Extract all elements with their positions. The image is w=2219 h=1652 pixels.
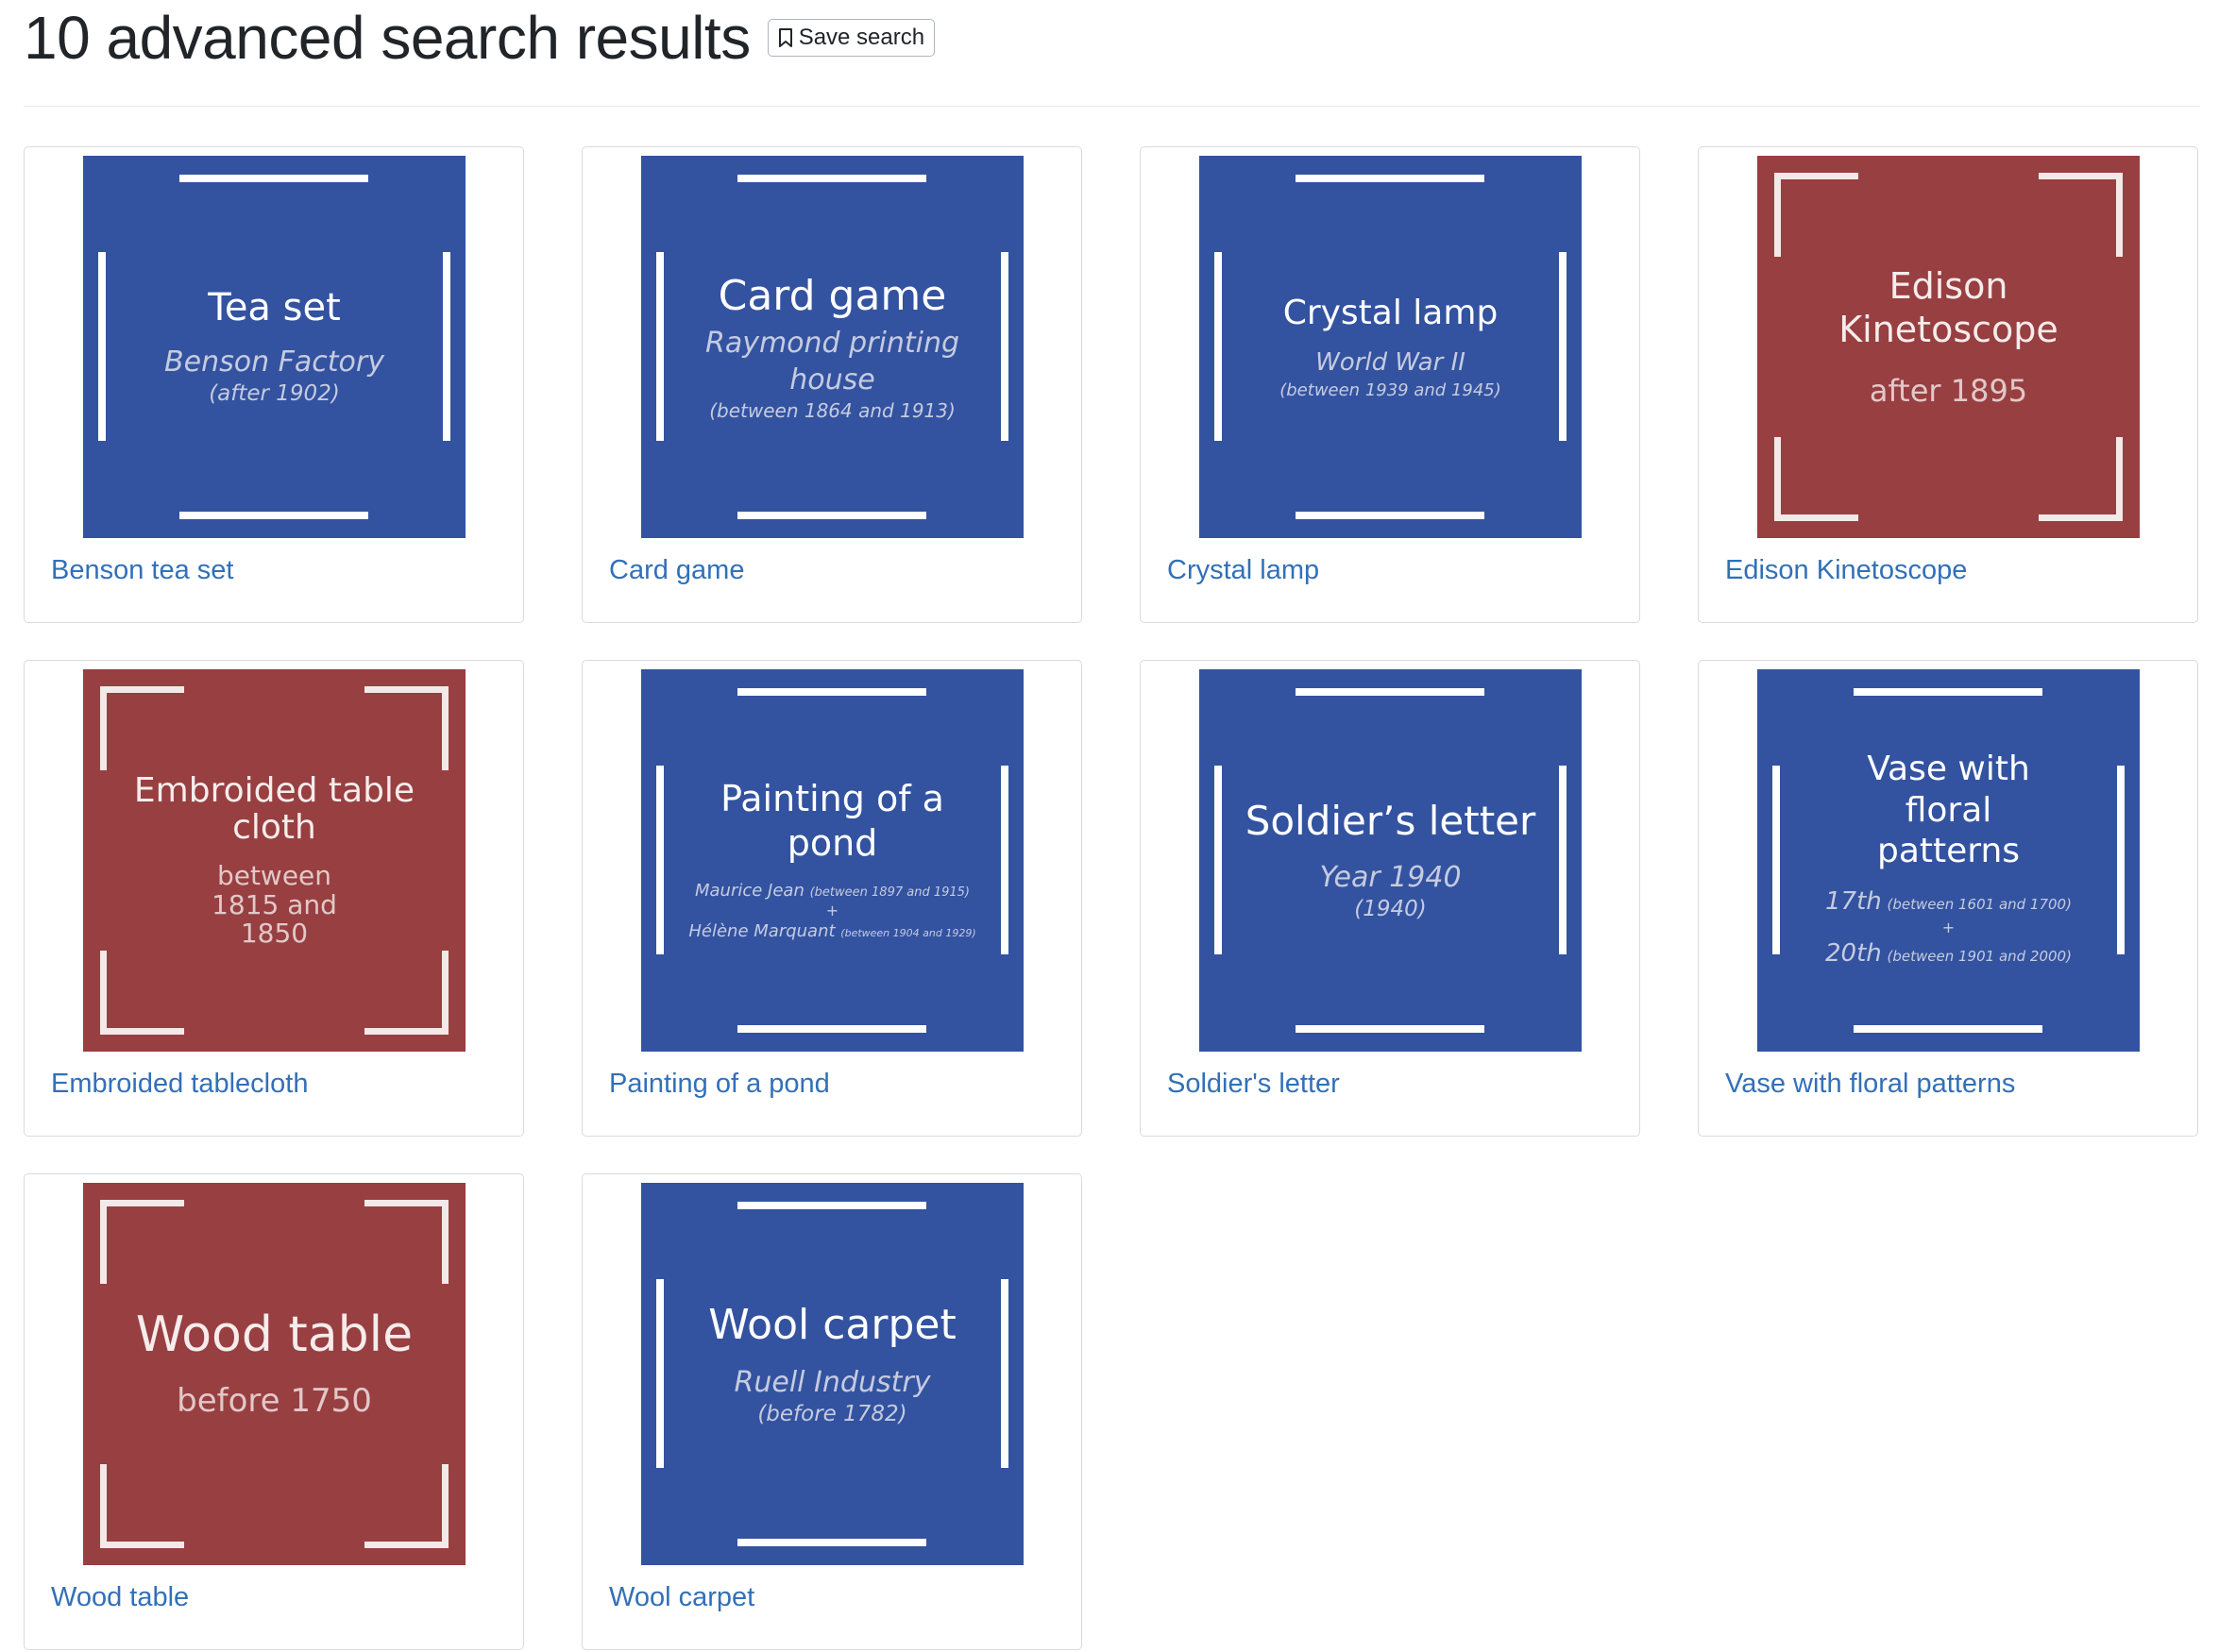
thumbnail-date: (between 1904 and 1929) <box>840 926 976 939</box>
result-thumbnail[interactable]: Embroided table cloth between 1815 and 1… <box>83 669 466 1052</box>
result-link[interactable]: Card game <box>609 555 744 586</box>
thumbnail-text: Vase with floral patterns 17th (between … <box>1786 669 2111 1052</box>
frame-bar <box>1559 252 1567 441</box>
result-card[interactable]: Tea set Benson Factory (after 1902) Bens… <box>24 146 524 623</box>
result-link[interactable]: Soldier's letter <box>1167 1069 1340 1100</box>
result-thumbnail[interactable]: Edison Kinetoscope after 1895 <box>1757 156 2140 538</box>
frame-bar <box>1214 766 1222 954</box>
thumbnail-date: (between 1601 and 1700) <box>1887 896 2072 914</box>
thumbnail-subtitle: after 1895 <box>1869 372 2028 409</box>
thumbnail-date: (before 1782) <box>757 1401 907 1426</box>
thumbnail-title: Tea set <box>208 285 341 329</box>
thumbnail-text: Soldier’s letter Year 1940 (1940) <box>1228 669 1553 1052</box>
thumbnail-date: (between 1901 and 2000) <box>1887 948 2072 966</box>
thumbnail-period-line: 17th (between 1601 and 1700) <box>1825 884 2072 920</box>
result-card[interactable]: Soldier’s letter Year 1940 (1940) Soldie… <box>1140 660 1640 1137</box>
thumbnail-maker: World War II <box>1315 347 1465 377</box>
thumbnail-plus: + <box>825 901 839 919</box>
results-header: 10 advanced search results Save search <box>24 0 936 76</box>
thumbnail-text: Edison Kinetoscope after 1895 <box>1786 156 2111 538</box>
result-card[interactable]: Wood table before 1750 Wood table <box>24 1173 524 1650</box>
thumbnail-subtitle: between 1815 and 1850 <box>212 859 337 950</box>
thumbnail-text: Wool carpet Ruell Industry (before 1782) <box>669 1183 995 1565</box>
thumbnail-title: Wool carpet <box>708 1301 957 1350</box>
result-card[interactable]: Edison Kinetoscope after 1895 Edison Kin… <box>1698 146 2198 623</box>
frame-bar <box>656 766 664 954</box>
save-search-button[interactable]: Save search <box>767 19 936 57</box>
thumbnail-subtitle: before 1750 <box>177 1382 372 1421</box>
header-divider <box>24 106 2200 107</box>
save-search-label: Save search <box>798 25 925 50</box>
thumbnail-maker: Hélène Marquant <box>688 920 836 941</box>
result-thumbnail[interactable]: Tea set Benson Factory (after 1902) <box>83 156 466 538</box>
frame-bar <box>1559 766 1567 954</box>
thumbnail-title: Wood table <box>135 1306 414 1363</box>
result-thumbnail[interactable]: Painting of a pond Maurice Jean (between… <box>641 669 1024 1052</box>
thumbnail-title: Crystal lamp <box>1282 293 1499 332</box>
result-card[interactable]: Crystal lamp World War II (between 1939 … <box>1140 146 1640 623</box>
result-card[interactable]: Card game Raymond printing house (betwee… <box>582 146 1082 623</box>
result-link[interactable]: Embroided tablecloth <box>51 1069 308 1100</box>
results-grid: Tea set Benson Factory (after 1902) Bens… <box>24 146 2198 1650</box>
thumbnail-maker: Maurice Jean <box>694 880 805 901</box>
result-card[interactable]: Wool carpet Ruell Industry (before 1782)… <box>582 1173 1082 1650</box>
thumbnail-date: (between 1864 and 1913) <box>709 399 956 423</box>
thumbnail-text: Embroided table cloth between 1815 and 1… <box>121 669 428 1052</box>
thumbnail-title: Card game <box>718 271 947 320</box>
thumbnail-maker: Year 1940 <box>1319 860 1462 894</box>
result-card[interactable]: Vase with floral patterns 17th (between … <box>1698 660 2198 1137</box>
thumbnail-maker: Ruell Industry <box>734 1365 931 1399</box>
thumbnail-title: Embroided table cloth <box>133 770 415 848</box>
thumbnail-maker: Raymond printing house <box>704 327 960 397</box>
result-card[interactable]: Painting of a pond Maurice Jean (between… <box>582 660 1082 1137</box>
thumbnail-plus: + <box>1941 919 1956 937</box>
result-thumbnail[interactable]: Card game Raymond printing house (betwee… <box>641 156 1024 538</box>
thumbnail-title: Soldier’s letter <box>1245 798 1536 845</box>
thumbnail-text: Crystal lamp World War II (between 1939 … <box>1228 156 1553 538</box>
thumbnail-text: Tea set Benson Factory (after 1902) <box>111 156 437 538</box>
result-link[interactable]: Wood table <box>51 1582 189 1613</box>
thumbnail-title: Vase with floral patterns <box>1867 749 2030 871</box>
thumbnail-date: (1940) <box>1354 896 1427 921</box>
result-link[interactable]: Vase with floral patterns <box>1725 1069 2015 1100</box>
frame-bar <box>1001 766 1008 954</box>
thumbnail-period: 17th <box>1825 887 1882 917</box>
frame-bar <box>656 1279 664 1468</box>
result-link[interactable]: Edison Kinetoscope <box>1725 555 1967 586</box>
frame-bar <box>1214 252 1222 441</box>
frame-bar <box>1772 766 1780 954</box>
frame-bar <box>656 252 664 441</box>
page-title: 10 advanced search results <box>24 4 751 72</box>
result-link[interactable]: Painting of a pond <box>609 1069 830 1100</box>
result-thumbnail[interactable]: Wool carpet Ruell Industry (before 1782) <box>641 1183 1024 1565</box>
result-thumbnail[interactable]: Soldier’s letter Year 1940 (1940) <box>1199 669 1582 1052</box>
thumbnail-text: Painting of a pond Maurice Jean (between… <box>668 669 997 1052</box>
result-card[interactable]: Embroided table cloth between 1815 and 1… <box>24 660 524 1137</box>
thumbnail-maker: Benson Factory <box>164 346 384 379</box>
frame-bar <box>443 252 450 441</box>
result-link[interactable]: Benson tea set <box>51 555 233 586</box>
frame-bar <box>1001 252 1008 441</box>
thumbnail-period-line: 20th (between 1901 and 2000) <box>1825 936 2072 972</box>
thumbnail-text: Wood table before 1750 <box>111 1183 437 1565</box>
thumbnail-date: (after 1902) <box>209 381 340 407</box>
bookmark-icon <box>778 27 793 48</box>
frame-bar <box>98 252 106 441</box>
result-thumbnail[interactable]: Vase with floral patterns 17th (between … <box>1757 669 2140 1052</box>
result-thumbnail[interactable]: Wood table before 1750 <box>83 1183 466 1565</box>
frame-bar <box>1001 1279 1008 1468</box>
thumbnail-date: (between 1939 and 1945) <box>1279 379 1501 400</box>
thumbnail-title: Painting of a pond <box>720 778 944 864</box>
result-link[interactable]: Wool carpet <box>609 1582 754 1613</box>
thumbnail-title: Edison Kinetoscope <box>1838 265 2058 351</box>
thumbnail-period: 20th <box>1825 939 1882 969</box>
thumbnail-text: Card game Raymond printing house (betwee… <box>688 156 976 538</box>
thumbnail-maker-line: Hélène Marquant (between 1904 and 1929) <box>688 919 975 944</box>
thumbnail-date: (between 1897 and 1915) <box>809 885 970 900</box>
result-link[interactable]: Crystal lamp <box>1167 555 1319 586</box>
result-thumbnail[interactable]: Crystal lamp World War II (between 1939 … <box>1199 156 1582 538</box>
frame-bar <box>2117 766 2125 954</box>
thumbnail-maker-line: Maurice Jean (between 1897 and 1915) <box>695 878 970 903</box>
